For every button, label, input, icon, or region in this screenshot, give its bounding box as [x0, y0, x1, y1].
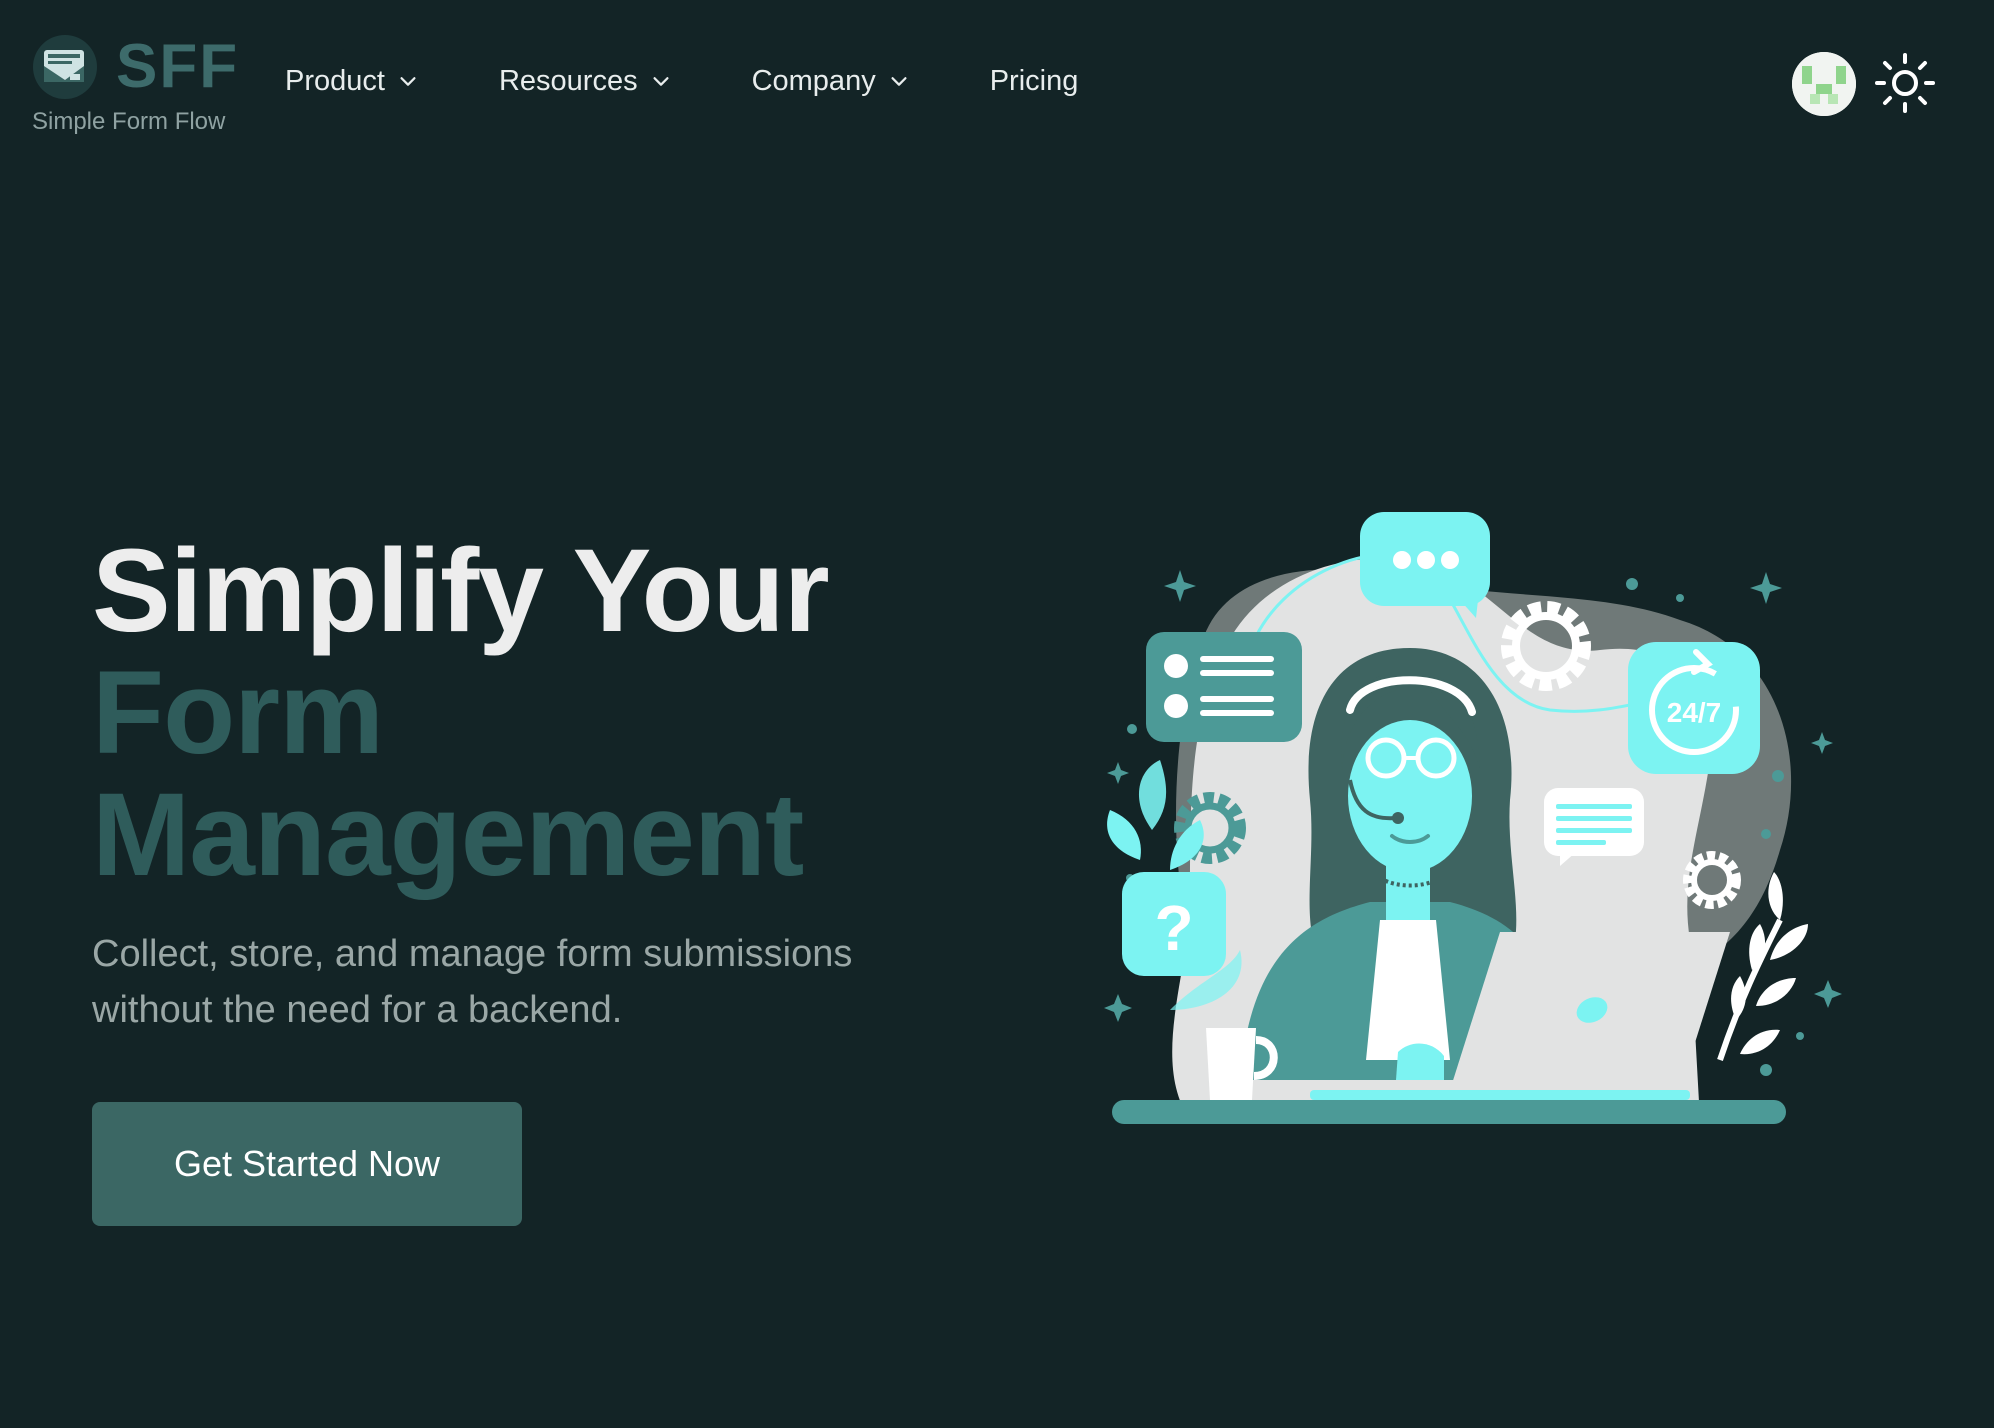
hero-subtitle: Collect, store, and manage form submissi…: [92, 933, 853, 1031]
theme-toggle[interactable]: [1874, 52, 1936, 114]
hero-title-line-1: Simplify Your: [92, 525, 830, 657]
clock-24-7-icon: 24/7: [1628, 642, 1760, 774]
chevron-down-icon: [653, 77, 669, 86]
user-avatar[interactable]: [1792, 52, 1856, 116]
nav-item-label: Pricing: [989, 65, 1079, 97]
sun-icon: [1875, 53, 1935, 113]
question-label: ?: [1154, 892, 1193, 964]
hero-title-line-3: Management: [92, 769, 804, 901]
nav-item-label: Product: [285, 65, 385, 97]
brand-tagline: Simple Form Flow: [32, 108, 226, 135]
support-agent-illustration: 24/7 ?: [1104, 512, 1842, 1124]
chevron-down-icon: [891, 77, 907, 86]
nav-item-label: Resources: [498, 65, 638, 97]
hero-section: Simplify Your Form Management Collect, s…: [92, 530, 992, 1038]
clock-label: 24/7: [1667, 697, 1722, 728]
list-icon: [1146, 632, 1302, 742]
envelope-logo-icon: [33, 35, 97, 99]
nav-item-label: Company: [751, 65, 876, 97]
nav-item-pricing[interactable]: Pricing: [990, 58, 1079, 104]
nav-item-resources[interactable]: Resources: [499, 58, 672, 104]
chevron-down-icon: [400, 77, 416, 86]
nav-item-product[interactable]: Product: [285, 58, 419, 104]
chat-dots-icon: [1360, 512, 1490, 618]
message-icon: [1544, 788, 1644, 866]
hero-title: Simplify Your Form Management: [92, 530, 992, 896]
nav-item-company[interactable]: Company: [752, 58, 910, 104]
avatar-identicon: [1792, 52, 1856, 116]
top-nav: SFF Simple Form Flow Product Resources C…: [0, 0, 1994, 160]
hero-title-line-2: Form: [92, 647, 384, 779]
desk-surface: [1112, 1100, 1786, 1124]
brand-name: SFF: [116, 32, 240, 101]
get-started-button[interactable]: Get Started Now: [92, 1102, 522, 1226]
main-menu: Product Resources Company Pricing: [285, 58, 1078, 104]
question-icon: ?: [1122, 872, 1226, 976]
